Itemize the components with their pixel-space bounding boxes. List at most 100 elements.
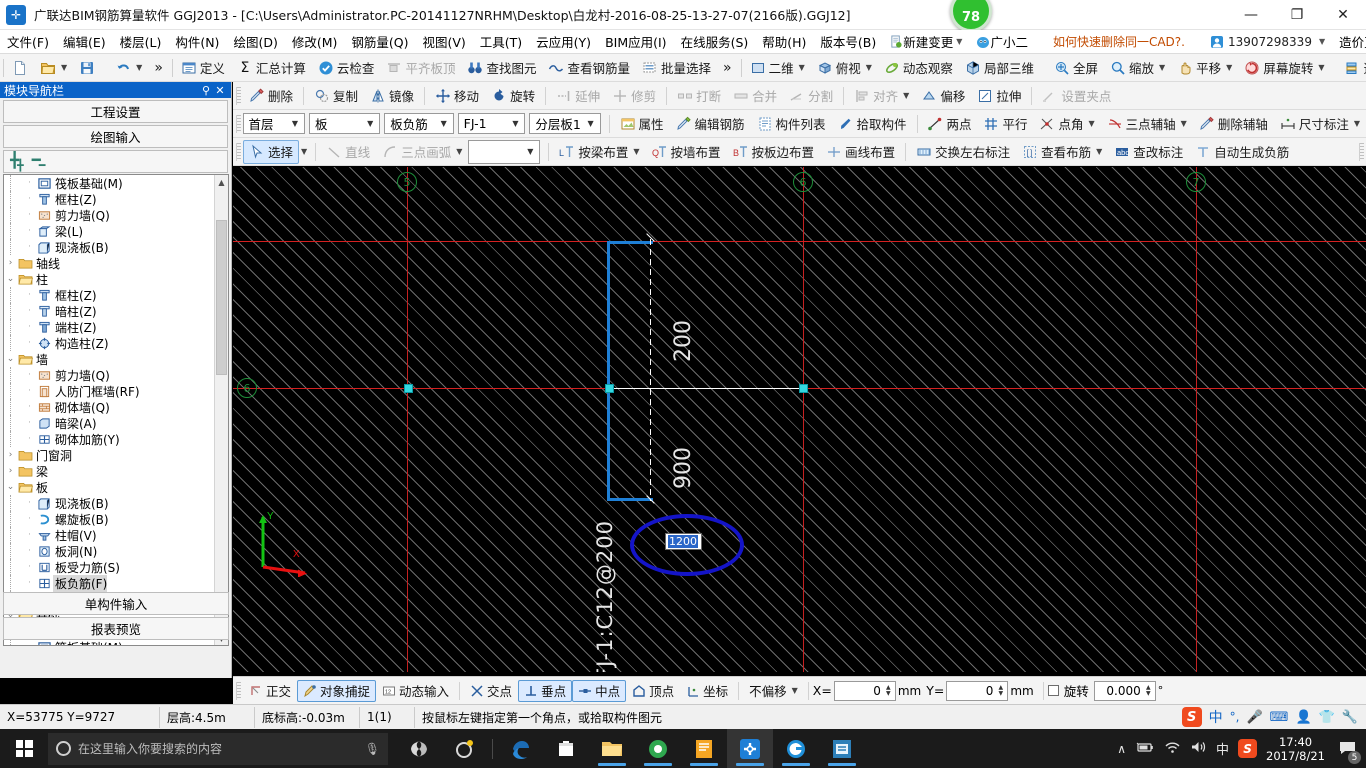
chevron-down-icon[interactable]: ▼ xyxy=(903,91,909,100)
chevron-down-icon[interactable]: ▼ xyxy=(1159,63,1165,72)
merge-button[interactable]: 合并 xyxy=(727,84,783,108)
delete-axis-button[interactable]: 删除辅轴 xyxy=(1193,112,1274,136)
draw-toolbar-grip[interactable] xyxy=(236,142,241,161)
layout-by-wall-button[interactable]: Q 按墙布置 xyxy=(646,140,727,164)
trim-button[interactable]: 修剪 xyxy=(606,84,662,108)
menu-bim-app[interactable]: BIM应用(I) xyxy=(598,30,674,53)
define-button[interactable]: 定义 xyxy=(175,56,231,80)
y-offset-spinner[interactable]: ▲ ▼ xyxy=(996,684,1005,697)
chevron-down-icon[interactable]: ▼ xyxy=(633,147,639,156)
close-icon[interactable]: ✕ xyxy=(213,84,227,97)
rebar-element-top-cap[interactable] xyxy=(607,241,653,244)
edit-rebar-button[interactable]: 编辑钢筋 xyxy=(670,112,751,136)
save-button[interactable] xyxy=(73,56,101,80)
tree-scrollbar[interactable]: ▲ ▼ xyxy=(214,175,228,645)
chevron-down-icon[interactable]: ▼ xyxy=(508,119,522,128)
chinese-ime-icon[interactable]: 中 xyxy=(1209,707,1223,727)
properties-button[interactable]: 属性 xyxy=(614,112,670,136)
chevron-down-icon[interactable]: ▼ xyxy=(1226,63,1232,72)
menu-view[interactable]: 视图(V) xyxy=(415,30,472,53)
member-type-selector[interactable]: 板负筋 ▼ xyxy=(384,113,454,134)
chevron-down-icon[interactable]: ▼ xyxy=(1181,119,1187,128)
mirror-button[interactable]: 镜像 xyxy=(364,84,420,108)
close-button[interactable]: ✕ xyxy=(1320,0,1366,30)
chevron-down-icon[interactable]: ▼ xyxy=(1318,63,1324,72)
collapse-arrow-icon[interactable]: ⌄ xyxy=(4,274,17,284)
scroll-up-arrow[interactable]: ▲ xyxy=(215,175,228,189)
category-selector[interactable]: 板 ▼ xyxy=(308,113,381,134)
tree-item[interactable]: · 剪力墙(Q) xyxy=(4,207,214,223)
copy-button[interactable]: 复制 xyxy=(308,84,364,108)
pin-icon[interactable]: ⚲ xyxy=(199,84,213,97)
taskbar-edge[interactable] xyxy=(497,729,543,768)
member-name-selector[interactable]: FJ-1 ▼ xyxy=(457,113,526,134)
menu-floor[interactable]: 楼层(L) xyxy=(113,30,169,53)
expand-arrow-icon[interactable]: › xyxy=(4,258,17,268)
select-tool-dropdown[interactable]: ▼ xyxy=(301,147,307,156)
sogou-s-icon[interactable]: S xyxy=(1181,707,1202,727)
taskbar-gcloud[interactable] xyxy=(773,729,819,768)
tree-item[interactable]: · 现浇板(B) xyxy=(4,239,214,255)
punctuation-icon[interactable]: °, xyxy=(1230,710,1240,724)
expand-arrow-icon[interactable]: › xyxy=(4,450,17,460)
tree-item[interactable]: · 板负筋(F) xyxy=(4,574,214,592)
chevron-down-icon[interactable]: ▼ xyxy=(363,119,377,128)
tree-item[interactable]: · 框柱(Z) xyxy=(4,191,214,207)
chevron-down-icon[interactable]: ▼ xyxy=(61,63,67,72)
view-rebar-quantity-button[interactable]: 查看钢筋量 xyxy=(542,56,636,80)
chevron-down-icon[interactable]: ▼ xyxy=(523,147,537,156)
tree-item[interactable]: ⌄ 板 xyxy=(4,479,214,495)
menu-tools[interactable]: 工具(T) xyxy=(473,30,529,53)
break-button[interactable]: 打断 xyxy=(671,84,727,108)
user-icon[interactable]: 👤 xyxy=(1295,710,1311,725)
sogou-icon[interactable]: S xyxy=(1238,739,1258,758)
tree-item[interactable]: · 筏板基础(M) xyxy=(4,175,214,191)
chevron-down-icon[interactable]: ▼ xyxy=(792,686,798,695)
chevron-down-icon[interactable]: ▼ xyxy=(584,119,598,128)
taskbar-weather[interactable] xyxy=(442,729,488,768)
menu-help[interactable]: 帮助(H) xyxy=(755,30,813,53)
toolbar-grip[interactable] xyxy=(3,58,4,77)
microphone-icon[interactable]: 🎙 xyxy=(365,742,380,756)
taskbar-task-view[interactable] xyxy=(396,729,442,768)
x-offset-input[interactable]: 0 ▲ ▼ xyxy=(833,680,896,701)
score-badge[interactable]: 78 xyxy=(950,0,992,32)
tree-item[interactable]: · 砌体加筋(Y) xyxy=(4,431,214,447)
taskbar-360-browser[interactable] xyxy=(635,729,681,768)
chevron-down-icon[interactable]: ▼ xyxy=(866,63,872,72)
component-list-button[interactable]: 构件列表 xyxy=(751,112,832,136)
view-2d-button[interactable]: 二维 ▼ xyxy=(744,56,811,80)
move-button[interactable]: 移动 xyxy=(429,84,485,108)
tree-item[interactable]: · 螺旋板(B) xyxy=(4,511,214,527)
chevron-down-icon[interactable]: ▼ xyxy=(799,63,805,72)
coin-label[interactable]: 造价豆:0 xyxy=(1332,30,1366,53)
snap-marker-mid[interactable] xyxy=(605,384,614,393)
drawing-canvas[interactable]: 5 6 7 6 FJ-1:C12@200 200 900 1200 Y X xyxy=(233,167,1366,672)
zoom-button[interactable]: 缩放 ▼ xyxy=(1104,56,1171,80)
tree-item[interactable]: · 砌体墙(Q) xyxy=(4,399,214,415)
drawing-input-button[interactable]: 绘图输入 xyxy=(3,125,228,148)
snap-marker-right[interactable] xyxy=(799,384,808,393)
menu-file[interactable]: 文件(F) xyxy=(0,30,56,53)
shirt-icon[interactable]: 👕 xyxy=(1319,710,1335,725)
swap-annotation-button[interactable]: 交换左右标注 xyxy=(910,140,1016,164)
tree-item[interactable]: · 构造柱(Z) xyxy=(4,335,214,351)
menu-rebar-quantity[interactable]: 钢筋量(Q) xyxy=(344,30,415,53)
collapse-arrow-icon[interactable]: ⌄ xyxy=(4,354,17,364)
expand-arrow-icon[interactable]: › xyxy=(4,466,17,476)
chevron-down-icon[interactable]: ▼ xyxy=(1088,119,1094,128)
menu-modify[interactable]: 修改(M) xyxy=(285,30,345,53)
tree-item[interactable]: · 端柱(Z) xyxy=(4,319,214,335)
parallel-button[interactable]: 平行 xyxy=(977,112,1033,136)
taskbar-notepad-app[interactable] xyxy=(681,729,727,768)
draw-style-combo[interactable]: ▼ xyxy=(468,139,541,164)
guang-xiao-er-button[interactable]: 广小二 xyxy=(969,30,1035,53)
single-component-input-button[interactable]: 单构件输入 xyxy=(3,592,229,615)
view-rebar-layout-button[interactable]: [] 查看布筋 ▼ xyxy=(1016,140,1108,164)
chevron-down-icon[interactable]: ▼ xyxy=(288,119,302,128)
object-snap-toggle[interactable]: 对象捕捉 xyxy=(297,679,377,702)
perpendicular-snap-toggle[interactable]: 垂点 xyxy=(518,679,573,702)
new-file-button[interactable] xyxy=(6,56,34,80)
tree-item[interactable]: · 梁(L) xyxy=(4,223,214,239)
axis-bubble-7[interactable]: 7 xyxy=(1186,172,1206,192)
